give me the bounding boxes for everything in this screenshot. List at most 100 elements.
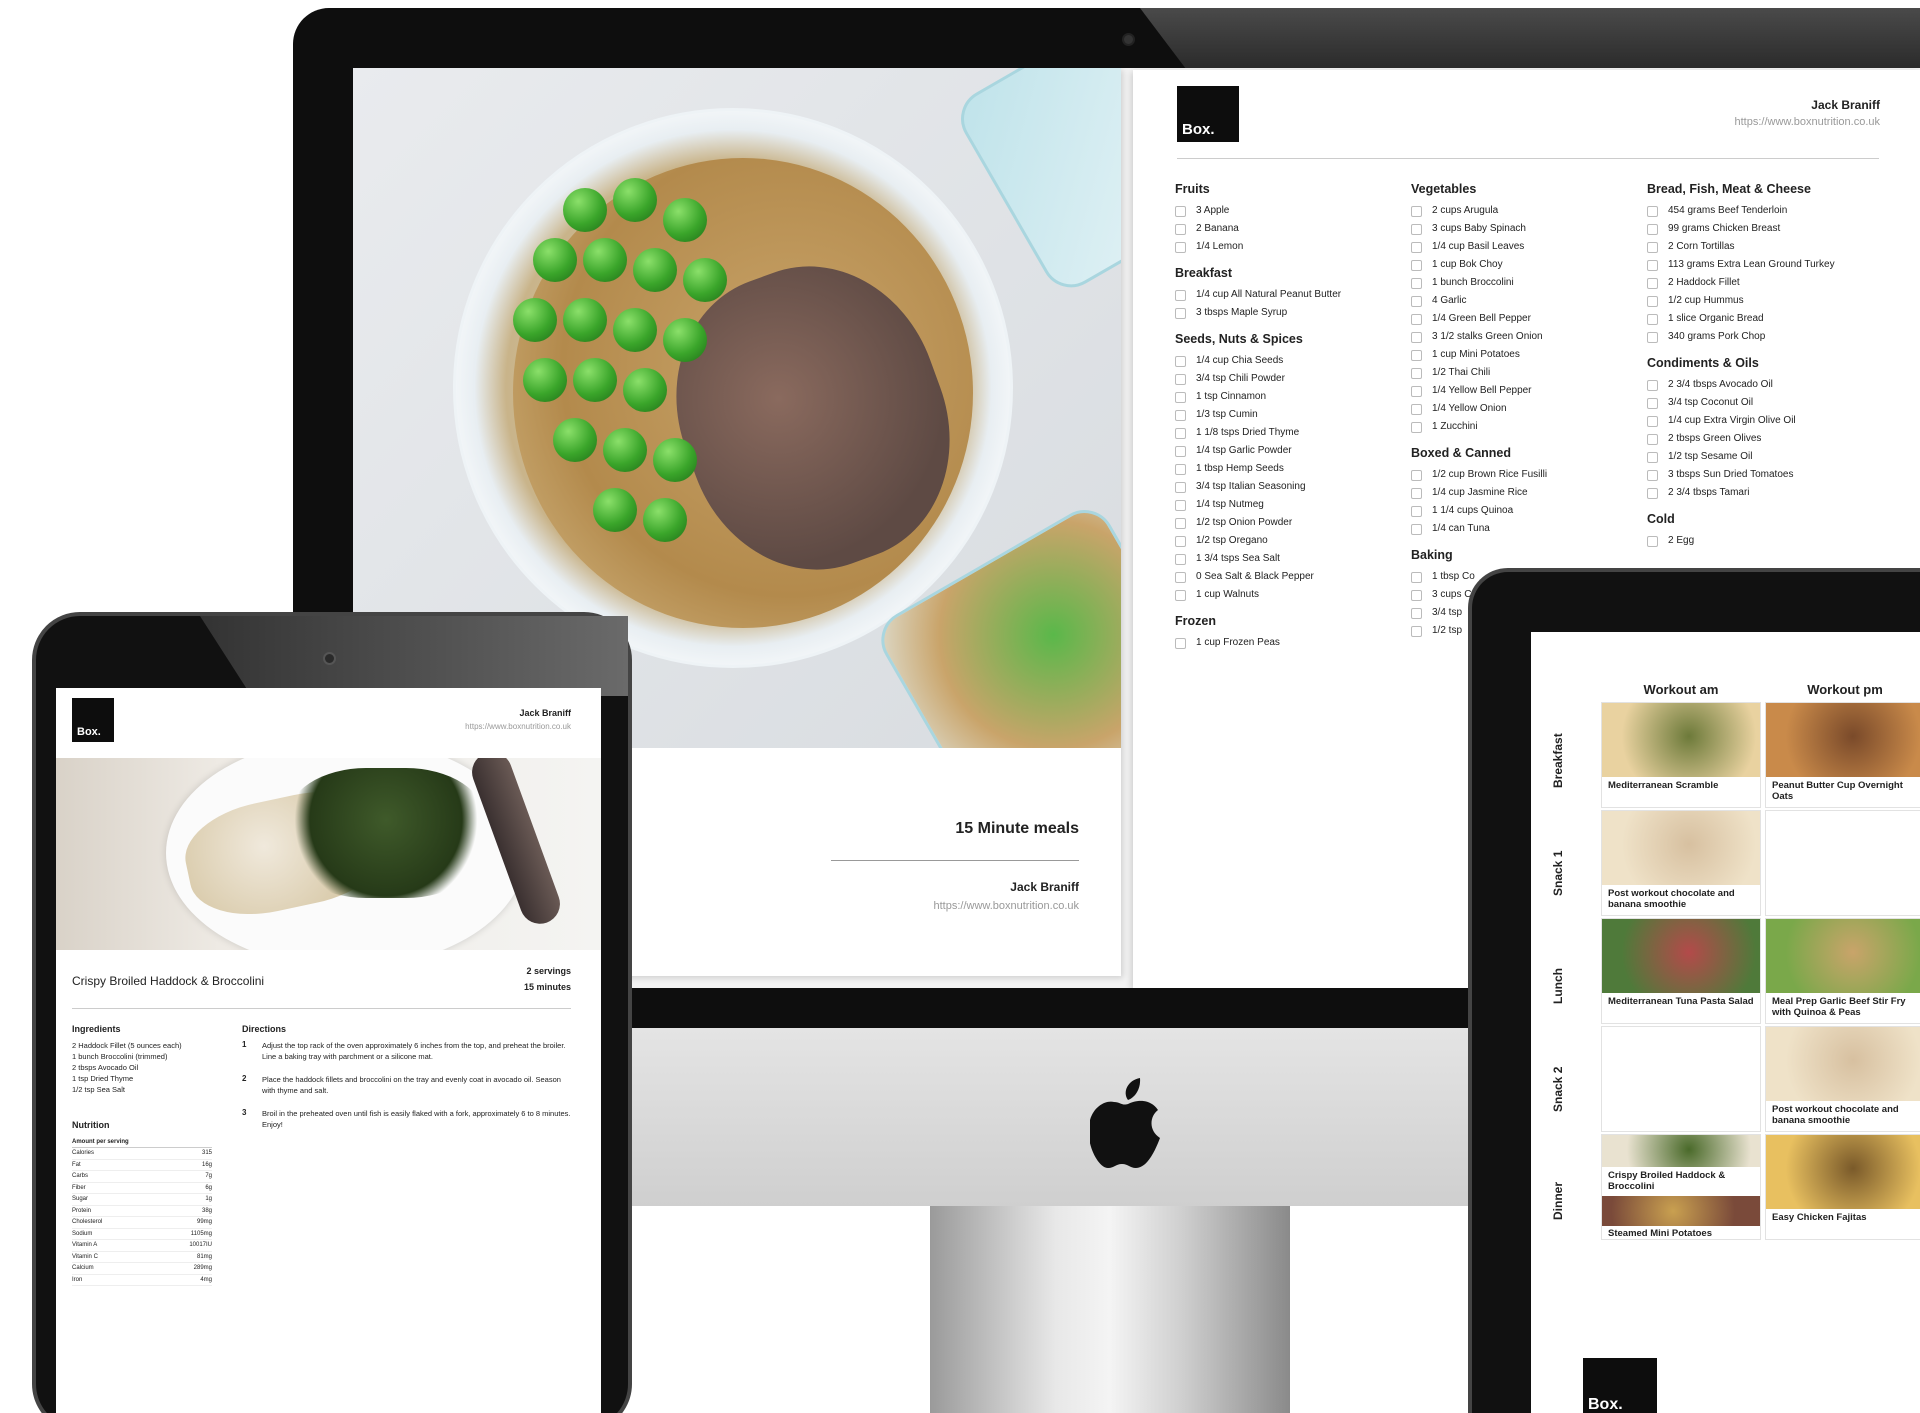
shopping-item[interactable]: 3 tbsps Maple Syrup [1175,304,1405,322]
shopping-item[interactable]: 1/2 Thai Chili [1411,364,1641,382]
checkbox-icon[interactable] [1411,349,1422,361]
shopping-item[interactable]: 1/2 tsp Sesame Oil [1647,448,1877,466]
checkbox-icon[interactable] [1175,637,1186,649]
checkbox-icon[interactable] [1175,571,1186,583]
shopping-item[interactable]: 3/4 tsp Chili Powder [1175,370,1405,388]
checkbox-icon[interactable] [1411,625,1422,637]
checkbox-icon[interactable] [1647,313,1658,325]
checkbox-icon[interactable] [1411,571,1422,583]
shopping-item[interactable]: 1 bunch Broccolini [1411,274,1641,292]
checkbox-icon[interactable] [1175,241,1186,253]
shopping-item[interactable]: 3 cups Baby Spinach [1411,220,1641,238]
recipe-url[interactable]: https://www.boxnutrition.co.uk [465,722,571,731]
checkbox-icon[interactable] [1647,205,1658,217]
shopping-item[interactable]: 1 cup Frozen Peas [1175,634,1405,652]
shopping-item[interactable]: 1 Zucchini [1411,418,1641,436]
checkbox-icon[interactable] [1647,277,1658,289]
shopping-item[interactable]: 1/3 tsp Cumin [1175,406,1405,424]
checkbox-icon[interactable] [1411,277,1422,289]
shopping-item[interactable]: 113 grams Extra Lean Ground Turkey [1647,256,1877,274]
shopping-item[interactable]: 2 3/4 tbsps Avocado Oil [1647,376,1877,394]
shopping-item[interactable]: 2 3/4 tbsps Tamari [1647,484,1877,502]
shopping-item[interactable]: 1/4 Lemon [1175,238,1405,256]
shopping-item[interactable]: 1 cup Mini Potatoes [1411,346,1641,364]
checkbox-icon[interactable] [1411,469,1422,481]
checkbox-icon[interactable] [1647,433,1658,445]
shopping-item[interactable]: 2 Egg [1647,532,1877,550]
checkbox-icon[interactable] [1647,295,1658,307]
shopping-item[interactable]: 1 tsp Cinnamon [1175,388,1405,406]
shopping-item[interactable]: 1/4 tsp Nutmeg [1175,496,1405,514]
checkbox-icon[interactable] [1175,517,1186,529]
checkbox-icon[interactable] [1647,259,1658,271]
cover-url[interactable]: https://www.boxnutrition.co.uk [933,900,1079,912]
checkbox-icon[interactable] [1411,421,1422,433]
shopping-item[interactable]: 3 tbsps Sun Dried Tomatoes [1647,466,1877,484]
checkbox-icon[interactable] [1175,373,1186,385]
checkbox-icon[interactable] [1411,505,1422,517]
shopping-item[interactable]: 1/4 Green Bell Pepper [1411,310,1641,328]
shopping-item[interactable]: 3/4 tsp Italian Seasoning [1175,478,1405,496]
checkbox-icon[interactable] [1411,487,1422,499]
shopping-item[interactable]: 1/2 tsp Oregano [1175,532,1405,550]
checkbox-icon[interactable] [1411,589,1422,601]
empty-slot[interactable] [1601,1026,1761,1132]
shopping-item[interactable]: 1 tbsp Hemp Seeds [1175,460,1405,478]
checkbox-icon[interactable] [1647,535,1658,547]
shopping-item[interactable]: 1/4 Yellow Bell Pepper [1411,382,1641,400]
shopping-item[interactable]: 2 Banana [1175,220,1405,238]
checkbox-icon[interactable] [1411,295,1422,307]
meal-card[interactable]: Post workout chocolate and banana smooth… [1601,810,1761,916]
shopping-item[interactable]: 3/4 tsp Coconut Oil [1647,394,1877,412]
shopping-item[interactable]: 1/4 can Tuna [1411,520,1641,538]
checkbox-icon[interactable] [1175,355,1186,367]
shopping-item[interactable]: 340 grams Pork Chop [1647,328,1877,346]
shopping-item[interactable]: 2 Haddock Fillet [1647,274,1877,292]
checkbox-icon[interactable] [1175,409,1186,421]
meal-card[interactable]: Mediterranean Scramble [1601,702,1761,808]
checkbox-icon[interactable] [1647,451,1658,463]
shopping-item[interactable]: 2 tbsps Green Olives [1647,430,1877,448]
shopping-item[interactable]: 1/4 cup All Natural Peanut Butter [1175,286,1405,304]
shopping-item[interactable]: 1/4 tsp Garlic Powder [1175,442,1405,460]
checkbox-icon[interactable] [1411,241,1422,253]
checkbox-icon[interactable] [1175,427,1186,439]
checkbox-icon[interactable] [1175,289,1186,301]
shopping-item[interactable]: 2 Corn Tortillas [1647,238,1877,256]
shopping-item[interactable]: 1 cup Bok Choy [1411,256,1641,274]
shopping-item[interactable]: 1 slice Organic Bread [1647,310,1877,328]
checkbox-icon[interactable] [1175,307,1186,319]
checkbox-icon[interactable] [1411,259,1422,271]
shopping-item[interactable]: 1 cup Walnuts [1175,586,1405,604]
checkbox-icon[interactable] [1411,385,1422,397]
checkbox-icon[interactable] [1175,463,1186,475]
shopping-item[interactable]: 3 Apple [1175,202,1405,220]
shopping-item[interactable]: 1/4 cup Chia Seeds [1175,352,1405,370]
checkbox-icon[interactable] [1175,499,1186,511]
meal-card[interactable]: Mediterranean Tuna Pasta Salad [1601,918,1761,1024]
shopping-item[interactable]: 1/4 Yellow Onion [1411,400,1641,418]
shopping-item[interactable]: 1/2 cup Brown Rice Fusilli [1411,466,1641,484]
checkbox-icon[interactable] [1647,379,1658,391]
shopping-url[interactable]: https://www.boxnutrition.co.uk [1734,116,1880,128]
shopping-item[interactable]: 1/4 cup Extra Virgin Olive Oil [1647,412,1877,430]
checkbox-icon[interactable] [1175,223,1186,235]
shopping-item[interactable]: 4 Garlic [1411,292,1641,310]
shopping-item[interactable]: 1 3/4 tsps Sea Salt [1175,550,1405,568]
checkbox-icon[interactable] [1411,313,1422,325]
checkbox-icon[interactable] [1647,469,1658,481]
shopping-item[interactable]: 1 1/4 cups Quinoa [1411,502,1641,520]
checkbox-icon[interactable] [1647,241,1658,253]
checkbox-icon[interactable] [1175,481,1186,493]
checkbox-icon[interactable] [1411,205,1422,217]
checkbox-icon[interactable] [1647,331,1658,343]
shopping-item[interactable]: 3 1/2 stalks Green Onion [1411,328,1641,346]
shopping-item[interactable]: 454 grams Beef Tenderloin [1647,202,1877,220]
meal-card[interactable]: Peanut Butter Cup Overnight Oats [1765,702,1920,808]
shopping-item[interactable]: 1/2 tsp Onion Powder [1175,514,1405,532]
checkbox-icon[interactable] [1647,487,1658,499]
shopping-item[interactable]: 2 cups Arugula [1411,202,1641,220]
shopping-item[interactable]: 1/4 cup Basil Leaves [1411,238,1641,256]
meal-card[interactable]: Meal Prep Garlic Beef Stir Fry with Quin… [1765,918,1920,1024]
checkbox-icon[interactable] [1175,589,1186,601]
